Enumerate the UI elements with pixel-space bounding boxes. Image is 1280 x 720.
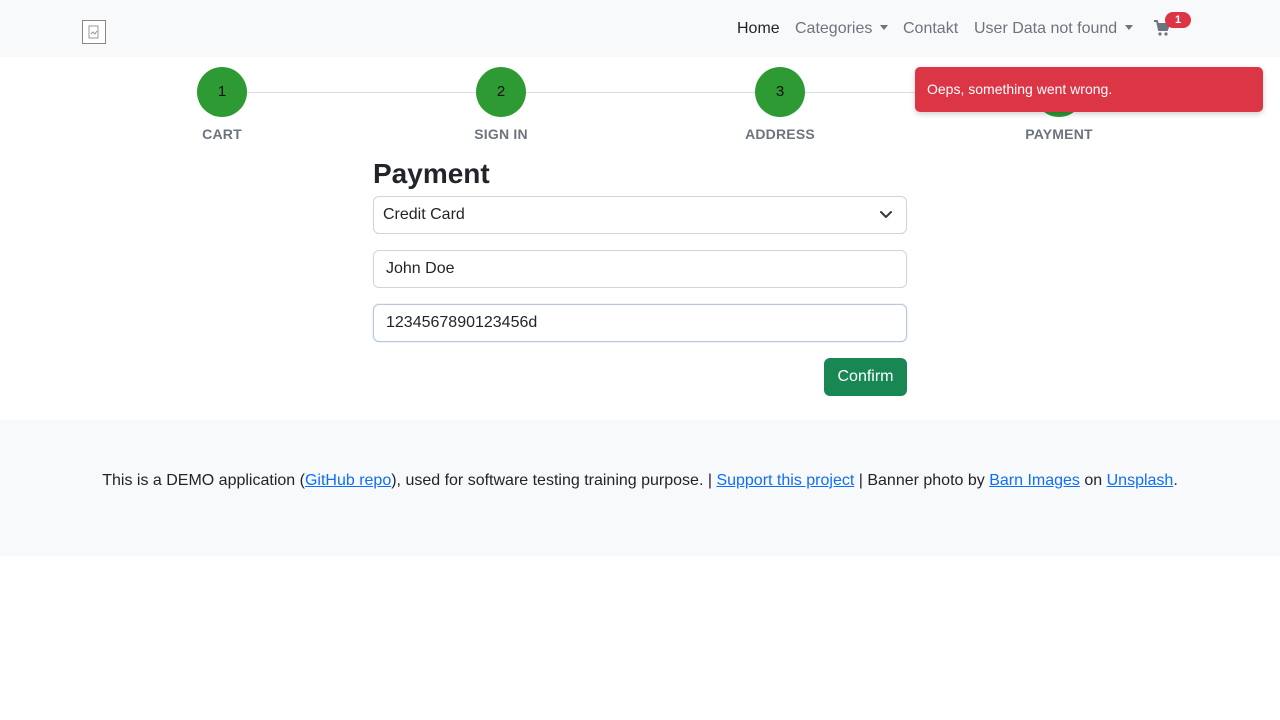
footer-text-part: . <box>1173 472 1178 489</box>
step-label: PAYMENT <box>1025 126 1093 142</box>
chevron-down-icon <box>880 211 892 218</box>
step-sign-in: 2 SIGN IN <box>441 67 561 142</box>
error-toast[interactable]: Oeps, something went wrong. <box>915 67 1263 112</box>
caret-down-icon <box>1125 25 1134 30</box>
footer-text-part: | Banner photo by <box>854 472 990 489</box>
support-project-link[interactable]: Support this project <box>716 472 854 489</box>
step-address: 3 ADDRESS <box>720 67 840 142</box>
card-number-field[interactable] <box>373 304 907 342</box>
confirm-button[interactable]: Confirm <box>824 358 907 396</box>
payment-method-select[interactable]: Credit Card <box>373 196 907 234</box>
step-number: 3 <box>755 67 805 117</box>
nav-categories-label: Categories <box>795 20 873 37</box>
nav-categories-dropdown[interactable]: Categories <box>795 19 889 39</box>
payment-method-value: Credit Card <box>383 206 465 223</box>
unsplash-link[interactable]: Unsplash <box>1107 472 1174 489</box>
step-label: SIGN IN <box>474 126 528 142</box>
nav-home-link[interactable]: Home <box>737 19 780 39</box>
cardholder-name-field[interactable] <box>373 250 907 288</box>
page-title: Payment <box>373 158 490 189</box>
barn-images-link[interactable]: Barn Images <box>989 472 1080 489</box>
caret-down-icon <box>880 25 889 30</box>
step-label: ADDRESS <box>745 126 815 142</box>
footer-text-part: ), used for software testing training pu… <box>391 472 717 489</box>
broken-image-icon <box>88 25 99 39</box>
error-toast-message: Oeps, something went wrong. <box>927 81 1113 97</box>
step-cart: 1 CART <box>162 67 282 142</box>
navbar: Home Categories Contakt User Data not fo… <box>0 0 1280 57</box>
nav-user-dropdown[interactable]: User Data not found <box>974 19 1134 39</box>
nav-user-label: User Data not found <box>974 20 1118 37</box>
footer-text-part: on <box>1079 472 1107 489</box>
footer-text-part: This is a DEMO application ( <box>102 472 305 489</box>
footer: This is a DEMO application (GitHub repo)… <box>0 420 1280 556</box>
nav-contakt-link[interactable]: Contakt <box>903 19 958 39</box>
cart-count-badge: 1 <box>1165 12 1191 28</box>
footer-text: This is a DEMO application (GitHub repo)… <box>0 471 1280 491</box>
step-label: CART <box>202 126 242 142</box>
step-number: 2 <box>476 67 526 117</box>
step-number: 1 <box>197 67 247 117</box>
brand-logo[interactable] <box>82 20 106 44</box>
github-repo-link[interactable]: GitHub repo <box>305 472 391 489</box>
